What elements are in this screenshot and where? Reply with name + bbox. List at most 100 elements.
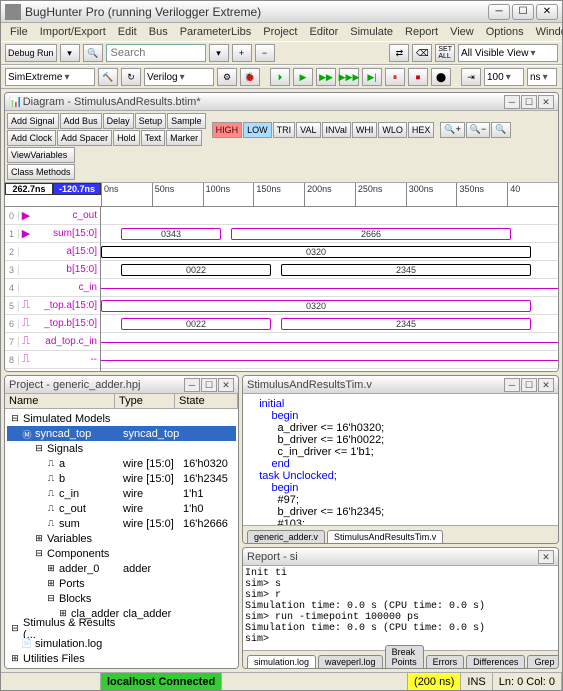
tree-item[interactable]: ⊟Blocks (7, 591, 236, 606)
waveform-row[interactable]: 0320 (101, 243, 558, 261)
pane-close-icon[interactable]: ✕ (218, 378, 234, 392)
tree-item[interactable]: ⊞Ports (7, 576, 236, 591)
code-editor[interactable]: initial begin a_driver <= 16'h0320; b_dr… (243, 394, 558, 525)
tree-item[interactable]: ⊟User Source Files (7, 666, 236, 668)
signal-row[interactable]: 4c_in (5, 279, 100, 297)
tree-item[interactable]: ⊞Variables (7, 531, 236, 546)
pane-min-icon[interactable]: ─ (184, 378, 200, 392)
diagram-add-spacer[interactable]: Add Spacer (57, 130, 112, 146)
zoom-in-button[interactable]: 🔍+ (440, 122, 464, 138)
tree-item[interactable]: ⎍c_inwire1'h1 (7, 486, 236, 501)
waveform-row[interactable] (101, 351, 558, 369)
waveform-row[interactable]: 00222345 (101, 261, 558, 279)
report-tab-differences[interactable]: Differences (466, 655, 525, 668)
language-dropdown[interactable]: Verilog (144, 68, 214, 86)
clear-icon[interactable]: ⌫ (412, 44, 432, 62)
menu-simulate[interactable]: Simulate (345, 25, 398, 39)
diagram-marker[interactable]: Marker (166, 130, 202, 146)
report-tab-simulation-log[interactable]: simulation.log (247, 655, 316, 668)
find-icon[interactable]: 🔍 (83, 44, 103, 62)
tree-item[interactable]: ⎍awire [15:0]16'h0320 (7, 456, 236, 471)
menu-edit[interactable]: Edit (113, 25, 142, 39)
waveform-row[interactable]: 0320 (101, 297, 558, 315)
pane-min-icon[interactable]: ─ (504, 95, 520, 109)
tree-item[interactable]: ⊟Stimulus & Results (... (7, 621, 236, 636)
tree-item[interactable]: ⎍bwire [15:0]16'h2345 (7, 471, 236, 486)
tree-item[interactable]: ⎍sumwire [15:0]16'h2666 (7, 516, 236, 531)
view-variables-button[interactable]: ViewVariables (7, 147, 75, 163)
menu-parameterlibs[interactable]: ParameterLibs (175, 25, 257, 39)
diagram-add-signal[interactable]: Add Signal (7, 113, 59, 129)
cursor-b[interactable]: -120.7ns (53, 183, 101, 195)
state-high[interactable]: HIGH (212, 122, 243, 138)
close-button[interactable]: ✕ (536, 4, 558, 20)
waveform-row[interactable]: 00222345 (101, 315, 558, 333)
diagram-sample[interactable]: Sample (167, 113, 206, 129)
state-tri[interactable]: TRI (273, 122, 296, 138)
search-input[interactable] (106, 44, 206, 62)
col-type[interactable]: Type (115, 394, 175, 408)
state-whi[interactable]: WHI (352, 122, 378, 138)
signal-row[interactable]: 5⎍_top.a[15:0] (5, 297, 100, 315)
time-unit-dropdown[interactable]: ns (527, 68, 557, 86)
minimize-button[interactable]: ─ (488, 4, 510, 20)
run-start-icon[interactable]: ⏵ (270, 68, 290, 86)
tree-item[interactable]: 📄simulation.log (7, 636, 236, 651)
report-tab-waveperl-log[interactable]: waveperl.log (318, 655, 383, 668)
bug-icon[interactable]: 🐞 (240, 68, 260, 86)
diagram-setup[interactable]: Setup (135, 113, 167, 129)
breakpoint-icon[interactable]: ⬤ (431, 68, 451, 86)
project-tree[interactable]: ⊟Simulated ModelsⓂsyncad_topsyncad_top ⊟S… (5, 409, 238, 668)
set-all-button[interactable]: SETALL (435, 44, 455, 62)
zoom-out-button[interactable]: 🔍− (466, 122, 490, 138)
signal-row[interactable]: 7⎍ad_top.c_in (5, 333, 100, 351)
step-icon[interactable]: ▶▶ (316, 68, 336, 86)
diagram-hold[interactable]: Hold (113, 130, 140, 146)
search-dropdown-icon[interactable]: ▾ (209, 44, 229, 62)
pane-close-icon[interactable]: ✕ (538, 550, 554, 564)
tab-generic-adder[interactable]: generic_adder.v (247, 530, 325, 543)
zoom-fit-button[interactable]: 🔍 (491, 122, 510, 138)
signal-row[interactable]: 1▶sum[15:0] (5, 225, 100, 243)
goto-icon[interactable]: ⇥ (461, 68, 481, 86)
zoom-out-icon[interactable]: − (255, 44, 275, 62)
pane-min-icon[interactable]: ─ (504, 378, 520, 392)
waveform-row[interactable] (101, 333, 558, 351)
refresh-icon[interactable]: ↻ (121, 68, 141, 86)
menu-report[interactable]: Report (400, 25, 443, 39)
menu-file[interactable]: File (5, 25, 33, 39)
signal-row[interactable]: 2a[15:0] (5, 243, 100, 261)
simulator-dropdown[interactable]: SimExtreme (5, 68, 95, 86)
waveform-row[interactable]: 03432666 (101, 369, 558, 371)
state-low[interactable]: LOW (243, 122, 272, 138)
waveform-row[interactable] (101, 207, 558, 225)
tree-item[interactable]: ⎍c_outwire1'h0 (7, 501, 236, 516)
tree-item[interactable]: ⊟Simulated Models (7, 411, 236, 426)
waveforms[interactable]: 0343266603200022234503200022234503432666… (101, 207, 558, 371)
diagram-add-clock[interactable]: Add Clock (7, 130, 56, 146)
tree-item[interactable]: Ⓜsyncad_topsyncad_top (7, 426, 236, 441)
tree-item[interactable]: ⊞Utilities Files (7, 651, 236, 666)
diagram-delay[interactable]: Delay (103, 113, 134, 129)
cursor-a[interactable]: 262.7ns (5, 183, 53, 195)
menu-window[interactable]: Window (531, 25, 563, 39)
menu-editor[interactable]: Editor (305, 25, 344, 39)
signal-row[interactable]: 0▶c_out (5, 207, 100, 225)
pane-max-icon[interactable]: ☐ (521, 95, 537, 109)
diagram-add-bus[interactable]: Add Bus (60, 113, 102, 129)
pane-close-icon[interactable]: ✕ (538, 95, 554, 109)
signal-row[interactable]: 9⎍p.sum[15:0] (5, 369, 100, 371)
run-icon[interactable]: ▶ (293, 68, 313, 86)
zoom-in-icon[interactable]: + (232, 44, 252, 62)
menu-options[interactable]: Options (481, 25, 529, 39)
col-name[interactable]: Name (5, 394, 115, 408)
state-inval[interactable]: INVal (322, 122, 351, 138)
report-tab-grep[interactable]: Grep (527, 655, 559, 668)
menu-import/export[interactable]: Import/Export (35, 25, 111, 39)
signal-row[interactable]: 8⎍-- (5, 351, 100, 369)
visibility-dropdown[interactable]: All Visible View (458, 44, 558, 62)
stop-icon[interactable]: ⏹ (408, 68, 428, 86)
tree-item[interactable]: ⊞adder_0adder (7, 561, 236, 576)
report-tab-break-points[interactable]: Break Points (385, 645, 424, 668)
build-icon[interactable]: ⚙ (217, 68, 237, 86)
